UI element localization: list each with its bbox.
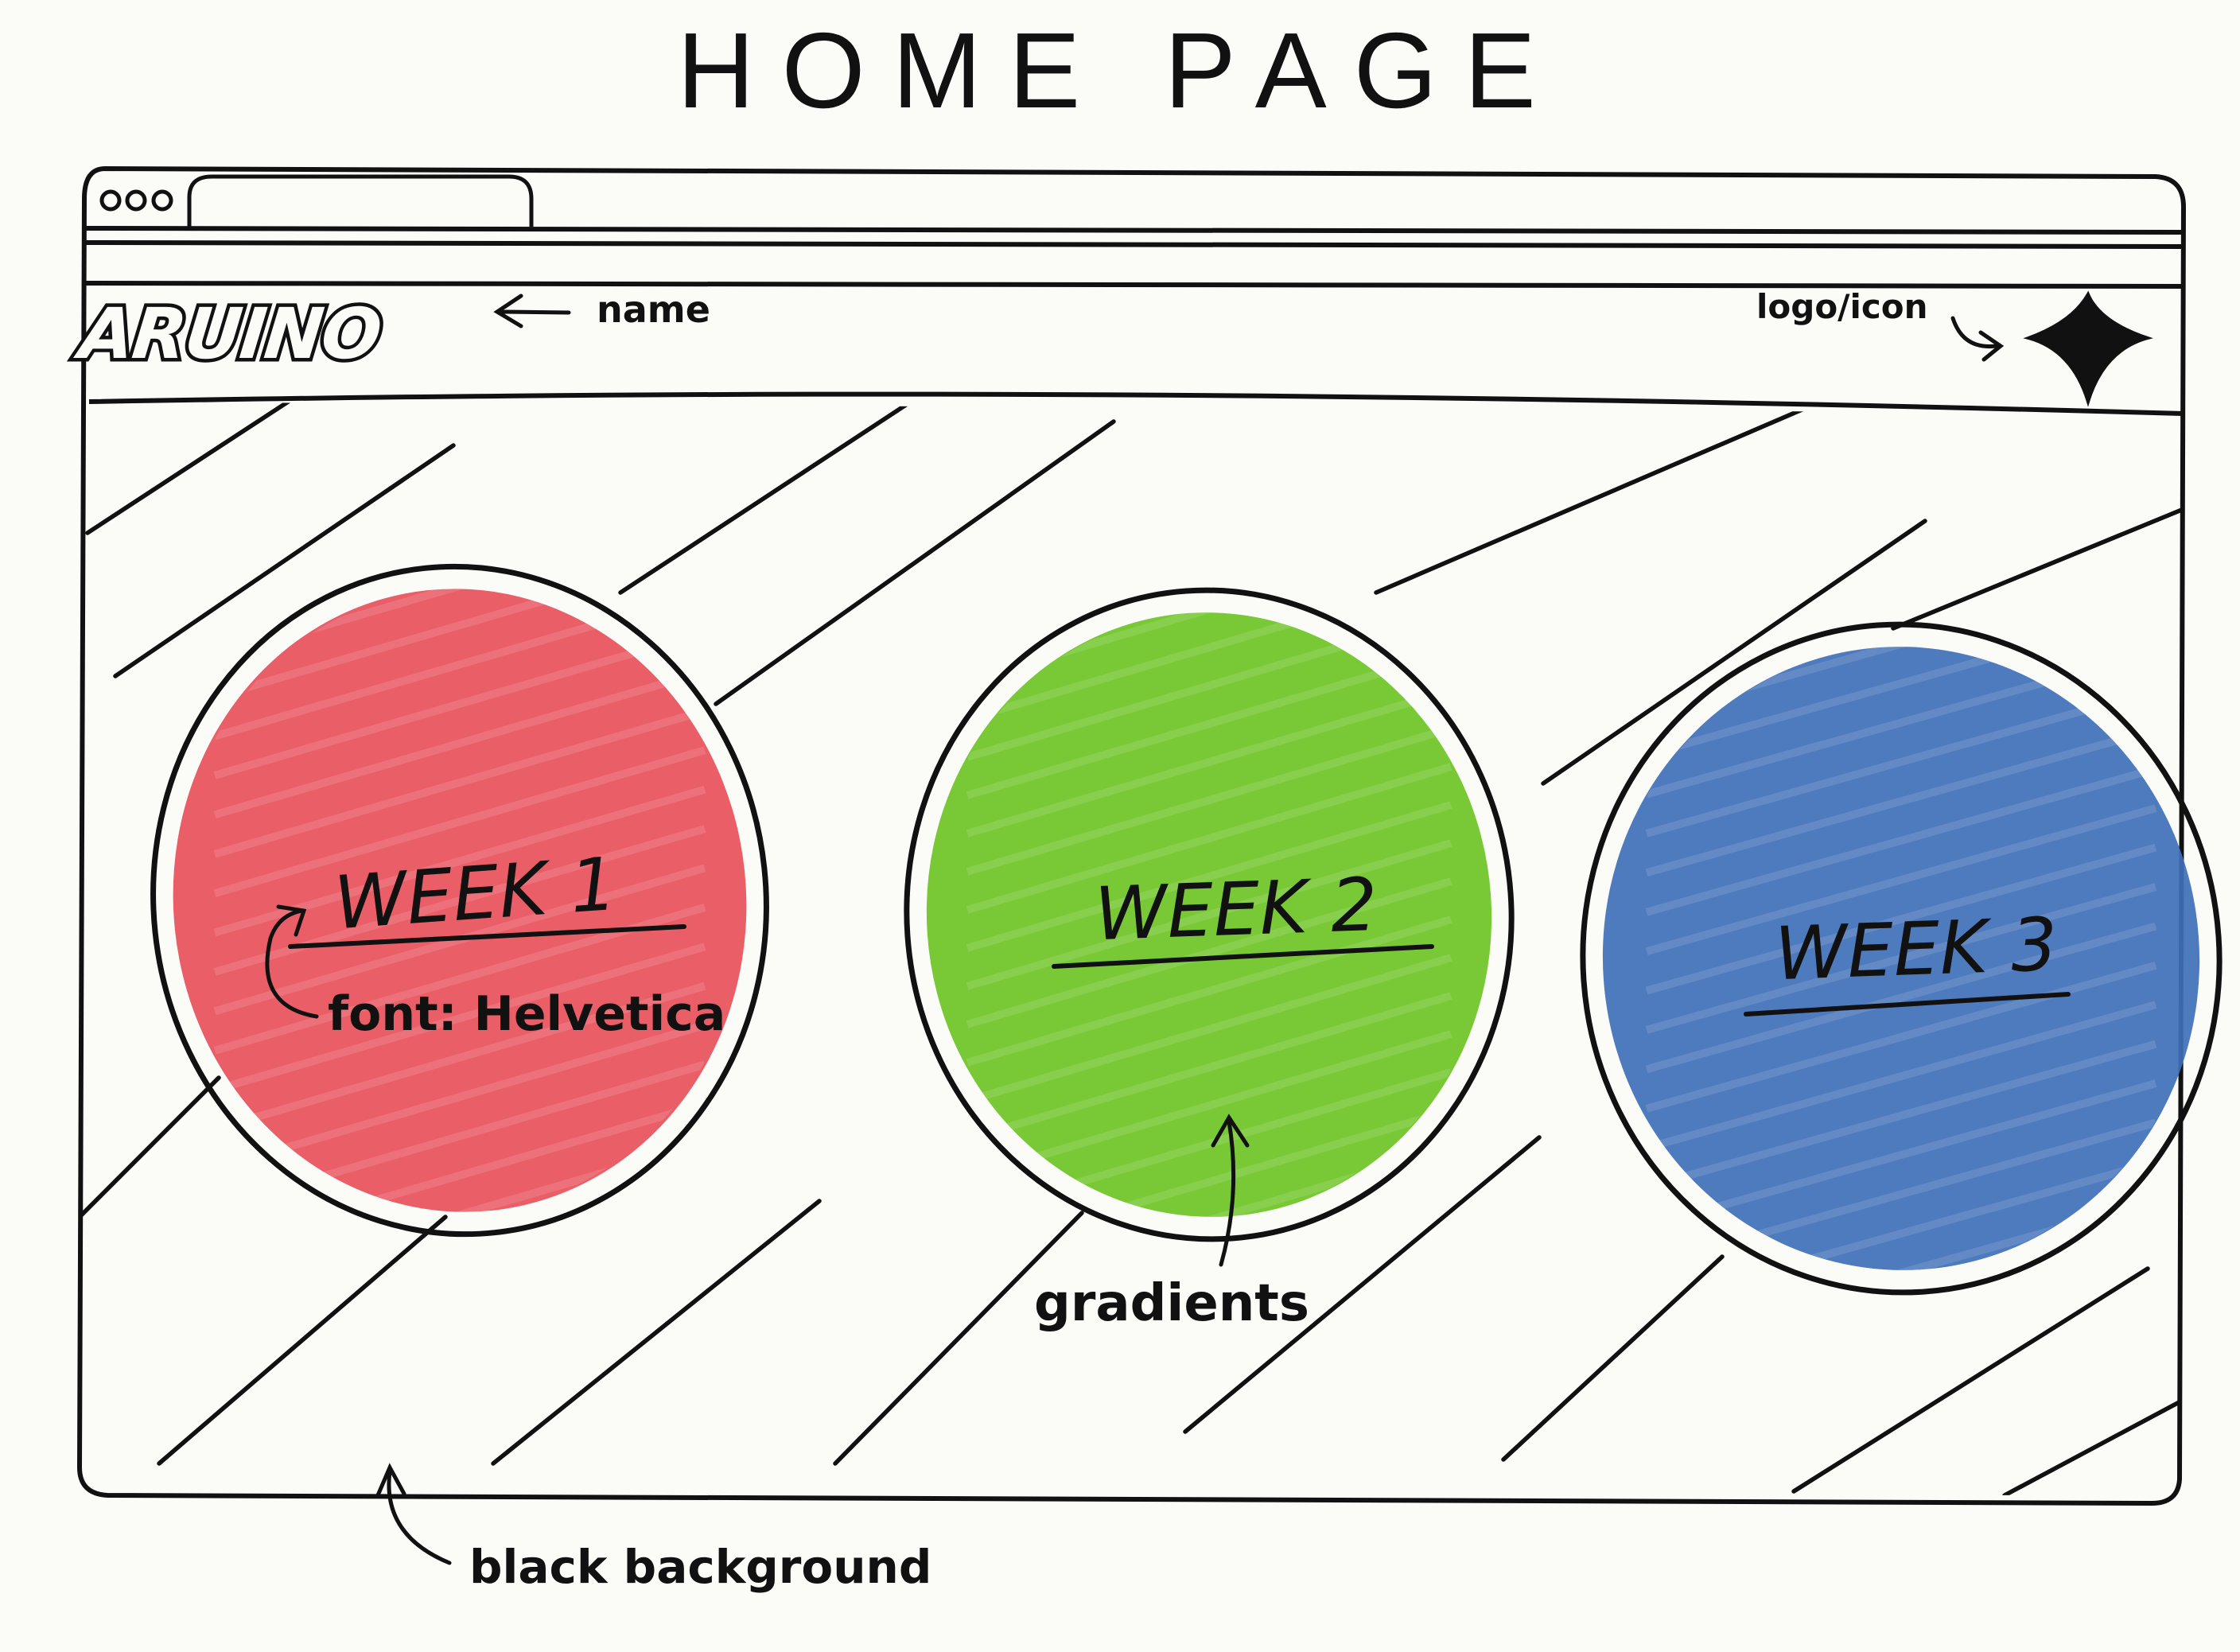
name-arrow-icon — [493, 293, 571, 328]
four-point-star-icon[interactable] — [2023, 290, 2153, 407]
week-2-circle[interactable]: WEEK 2 — [885, 538, 1533, 1292]
browser-tab[interactable] — [187, 174, 534, 227]
window-minimize-icon[interactable] — [125, 189, 147, 212]
page-title: HOME PAGE — [677, 10, 1563, 130]
brand[interactable]: ARUINO — [68, 290, 387, 379]
brand-name[interactable]: ARUINO — [68, 290, 387, 379]
background-arrow-icon — [375, 1463, 452, 1565]
week-3-circle[interactable]: WEEK 3 — [1561, 573, 2240, 1345]
background-annotation: black background — [469, 1540, 931, 1594]
week-circles: WEEK 1 WEEK 2 WEEK 3 — [120, 515, 2240, 1345]
wireframe-sketch: HOME PAGE ARUINO name logo/icon WEEK 1 W… — [68, 10, 2240, 1594]
logo-arrow-icon — [1950, 316, 2005, 362]
week-1-circle[interactable]: WEEK 1 — [120, 515, 799, 1287]
font-annotation: font: Helvetica — [328, 986, 725, 1042]
week-3-label[interactable]: WEEK 3 — [1773, 902, 2059, 997]
week-2-label[interactable]: WEEK 2 — [1093, 862, 1379, 957]
window-maximize-icon[interactable] — [151, 189, 173, 212]
logo-annotation: logo/icon — [1756, 287, 1928, 326]
window-controls[interactable] — [99, 189, 173, 212]
gradients-annotation: gradients — [1034, 1274, 1309, 1333]
name-annotation: name — [597, 288, 710, 331]
window-close-icon[interactable] — [99, 189, 122, 212]
